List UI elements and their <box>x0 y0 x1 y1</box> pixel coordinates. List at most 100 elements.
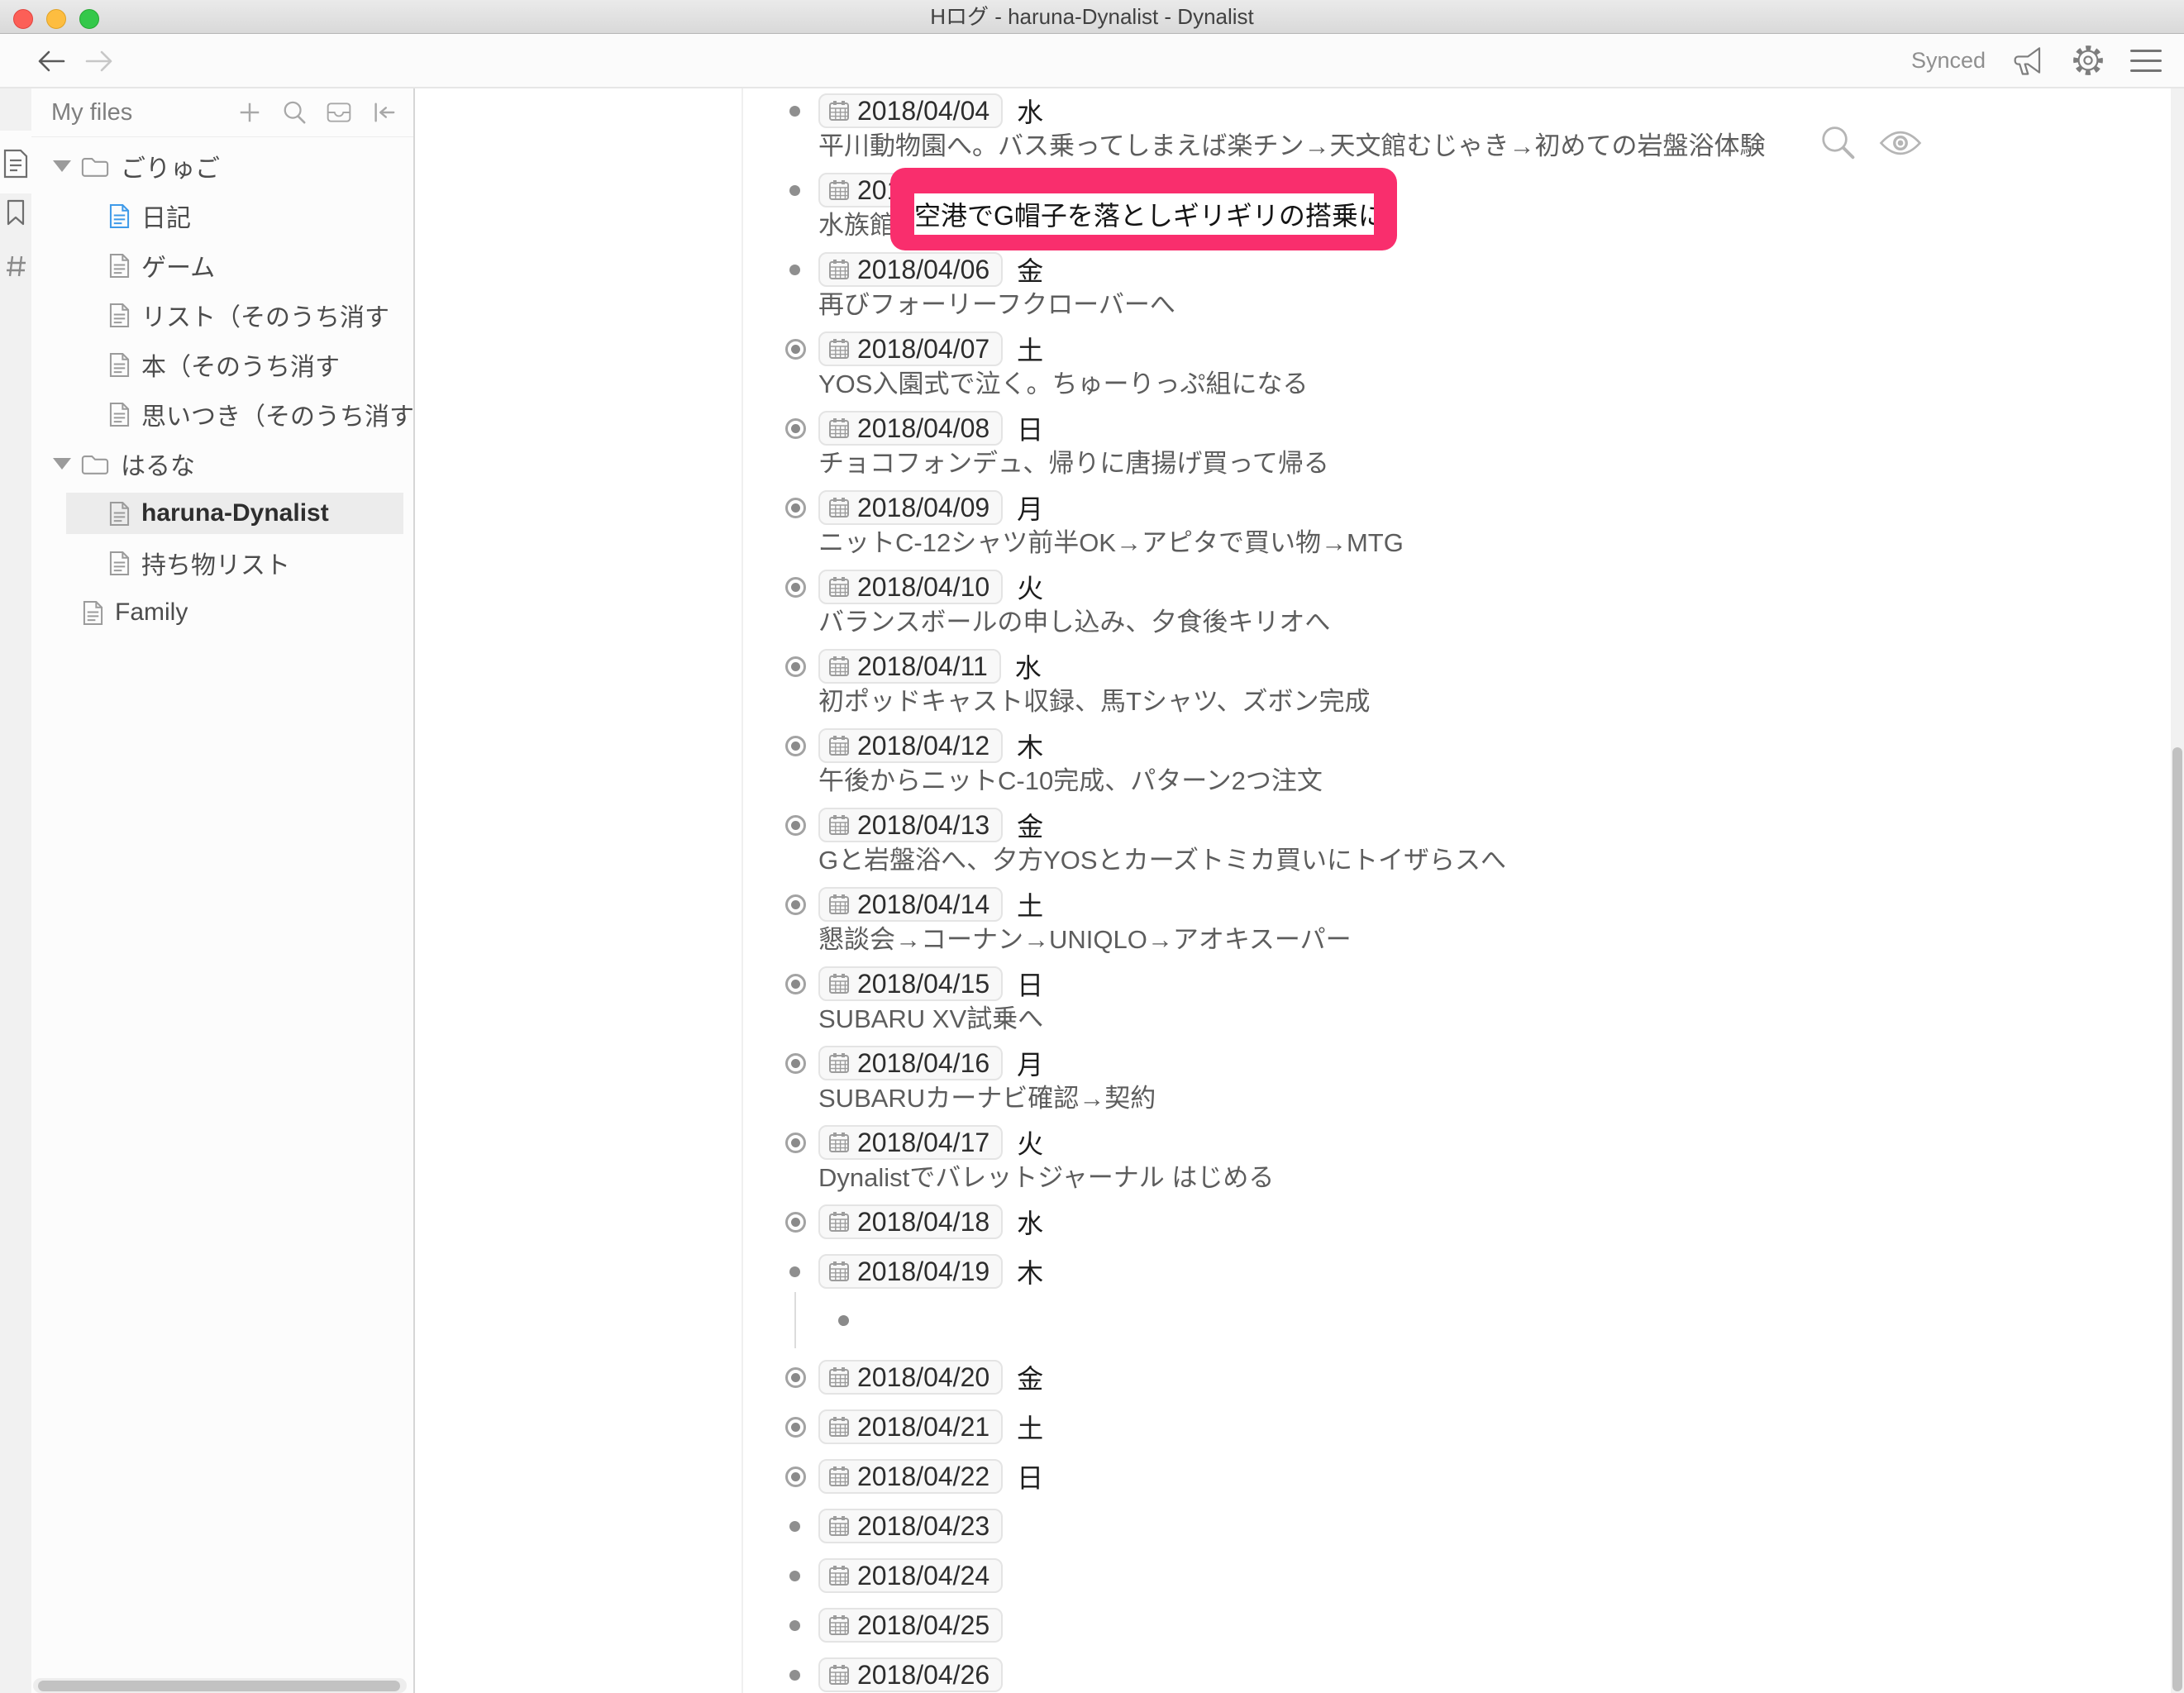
bullet-collapsed-icon[interactable] <box>785 339 806 360</box>
bullet-collapsed-icon[interactable] <box>785 736 806 756</box>
item-note[interactable]: ニットC-12シャツ前半OK→アピタで買い物→MTG <box>818 527 2126 560</box>
item-content-line[interactable]: 2018/04/21土 <box>818 1409 2126 1444</box>
item-content-line[interactable]: 2018/04/18水 <box>818 1204 2126 1239</box>
bullet-icon[interactable] <box>838 1315 849 1326</box>
date-badge[interactable]: 2018/04/20 <box>818 1360 1003 1395</box>
search-icon[interactable] <box>281 99 308 126</box>
item-note[interactable]: 平川動物園へ。バス乗ってしまえば楽チン→天文館むじゃき→初めての岩盤浴体験 <box>818 130 2126 163</box>
date-badge[interactable]: 2018/04/19 <box>818 1254 1003 1289</box>
add-document-icon[interactable] <box>236 99 263 126</box>
sidebar-folder-item[interactable]: ごりゅご <box>31 141 413 191</box>
sidebar-document-item[interactable]: Family <box>31 588 413 637</box>
item-content-line[interactable]: 2018/04/09月 <box>818 490 2126 525</box>
bullet-icon[interactable] <box>789 265 800 275</box>
vertical-scrollbar-thumb[interactable] <box>2172 747 2182 1691</box>
bullet-collapsed-icon[interactable] <box>785 1417 806 1438</box>
date-badge[interactable]: 2018/04/16 <box>818 1046 1003 1080</box>
item-content-line[interactable]: 2018/04/11水 <box>818 649 2126 684</box>
item-note[interactable]: SUBARUカーナビ確認→契約 <box>818 1082 2126 1115</box>
date-badge[interactable]: 2018/04/21 <box>818 1409 1003 1444</box>
date-badge[interactable]: 2018/04/04 <box>818 93 1003 128</box>
bullet-collapsed-icon[interactable] <box>785 1466 806 1487</box>
item-content-line[interactable]: 2018/04/10火 <box>818 570 2126 604</box>
item-content-line[interactable]: 2018/04/26 <box>818 1657 2126 1692</box>
item-content-line[interactable]: 2018/04/06金 <box>818 252 2126 287</box>
forward-icon[interactable] <box>83 50 116 73</box>
date-badge[interactable]: 2018/04/22 <box>818 1459 1003 1494</box>
item-content-line[interactable]: 2018/04/15日 <box>818 966 2126 1001</box>
horizontal-scrollbar-thumb[interactable] <box>38 1681 400 1691</box>
item-content-line[interactable]: 2018/04/16月 <box>818 1046 2126 1080</box>
bullet-collapsed-icon[interactable] <box>785 656 806 677</box>
date-badge[interactable]: 2018/04/06 <box>818 252 1003 287</box>
caret-down-icon[interactable] <box>53 160 71 172</box>
bullet-icon[interactable] <box>789 1620 800 1631</box>
date-badge[interactable]: 2018/04/15 <box>818 966 1003 1001</box>
bullet-collapsed-icon[interactable] <box>785 894 806 915</box>
caret-down-icon[interactable] <box>53 458 71 470</box>
item-content-line[interactable]: 2018/04/25 <box>818 1608 2126 1643</box>
bullet-collapsed-icon[interactable] <box>785 1053 806 1074</box>
sidebar-document-item[interactable]: 思いつき（そのうち消す <box>31 389 413 439</box>
sidebar-document-item[interactable]: 本（そのうち消す <box>31 340 413 389</box>
bullet-icon[interactable] <box>789 1266 800 1277</box>
megaphone-icon[interactable] <box>2012 42 2048 79</box>
item-content-line[interactable]: 2018/04/22日 <box>818 1459 2126 1494</box>
item-note[interactable]: バランスボールの申し込み、夕食後キリオへ <box>818 606 2126 639</box>
item-note[interactable]: 初ポッドキャスト収録、馬Tシャツ、ズボン完成 <box>818 685 2126 718</box>
date-badge[interactable]: 2018/04/10 <box>818 570 1003 604</box>
date-badge[interactable]: 2018/04/24 <box>818 1558 1003 1593</box>
item-content-line[interactable]: 2018/04/24 <box>818 1558 2126 1593</box>
files-icon[interactable] <box>0 149 31 179</box>
item-note[interactable]: Gと岩盤浴へ、夕方YOSとカーズトミカ買いにトイザらスへ <box>818 844 2126 877</box>
date-badge[interactable]: 2018/04/08 <box>818 411 1003 446</box>
bullet-collapsed-icon[interactable] <box>785 1367 806 1388</box>
bullet-collapsed-icon[interactable] <box>785 1133 806 1153</box>
sidebar-document-item[interactable]: 日記 <box>31 191 413 241</box>
item-content-line[interactable]: 2018/04/14土 <box>818 887 2126 922</box>
date-badge[interactable]: 2018/04/09 <box>818 490 1003 525</box>
date-badge[interactable]: 2018/04/18 <box>818 1204 1003 1239</box>
bullet-icon[interactable] <box>789 106 800 117</box>
sidebar-document-item[interactable]: ゲーム <box>31 241 413 290</box>
bullet-collapsed-icon[interactable] <box>785 815 806 836</box>
item-content-line[interactable]: 2018/04/07土 <box>818 331 2126 366</box>
tag-icon[interactable] <box>0 253 31 279</box>
item-note[interactable]: 懇談会→コーナン→UNIQLO→アオキスーパー <box>818 923 2126 956</box>
date-badge[interactable]: 2018/04/25 <box>818 1608 1003 1643</box>
bullet-collapsed-icon[interactable] <box>785 974 806 994</box>
date-badge[interactable]: 2018/04/26 <box>818 1657 1003 1692</box>
bullet-collapsed-icon[interactable] <box>785 1212 806 1233</box>
item-content-line[interactable]: 2018/04/04水 <box>818 93 2126 128</box>
date-badge[interactable]: 2018/04/12 <box>818 728 1003 763</box>
gear-icon[interactable] <box>2070 42 2106 79</box>
item-content-line[interactable]: 2018/04/23 <box>818 1509 2126 1543</box>
bullet-collapsed-icon[interactable] <box>785 418 806 439</box>
sidebar-folder-item[interactable]: はるな <box>31 439 413 489</box>
date-badge[interactable]: 2018/04/14 <box>818 887 1003 922</box>
item-content-line[interactable]: 2018/04/12木 <box>818 728 2126 763</box>
bullet-icon[interactable] <box>789 1670 800 1681</box>
date-badge[interactable]: 2018/04/11 <box>818 649 1001 684</box>
date-badge[interactable]: 2018/04/07 <box>818 331 1003 366</box>
item-note[interactable]: YOS入園式で泣く。ちゅーりっぷ組になる <box>818 368 2126 401</box>
sidebar-document-item[interactable]: haruna-Dynalist <box>31 489 413 538</box>
item-note[interactable]: 再びフォーリーフクローバーへ <box>818 289 2126 322</box>
item-note[interactable]: チョコフォンデュ、帰りに唐揚げ買って帰る <box>818 447 2126 480</box>
date-badge[interactable]: 2018/04/13 <box>818 808 1003 842</box>
bullet-icon[interactable] <box>789 1521 800 1532</box>
item-content-line[interactable]: 2018/04/17火 <box>818 1125 2126 1160</box>
item-content-line[interactable]: 2018/04/19木 <box>818 1254 2126 1289</box>
bullet-icon[interactable] <box>789 185 800 196</box>
date-badge[interactable]: 2018/04/23 <box>818 1509 1003 1543</box>
date-badge[interactable]: 2018/04/17 <box>818 1125 1003 1160</box>
menu-icon[interactable] <box>2128 42 2164 79</box>
item-note[interactable]: SUBARU XV試乗へ <box>818 1003 2126 1036</box>
bookmark-icon[interactable] <box>0 199 31 226</box>
item-note[interactable]: 午後からニットC-10完成、パターン2つ注文 <box>818 765 2126 798</box>
item-content-line[interactable]: 2018/04/08日 <box>818 411 2126 446</box>
inbox-icon[interactable] <box>326 99 352 126</box>
item-note[interactable]: Dynalistでバレットジャーナル はじめる <box>818 1161 2126 1195</box>
bullet-icon[interactable] <box>789 1571 800 1581</box>
item-content-line[interactable]: 2018/04/20金 <box>818 1360 2126 1395</box>
